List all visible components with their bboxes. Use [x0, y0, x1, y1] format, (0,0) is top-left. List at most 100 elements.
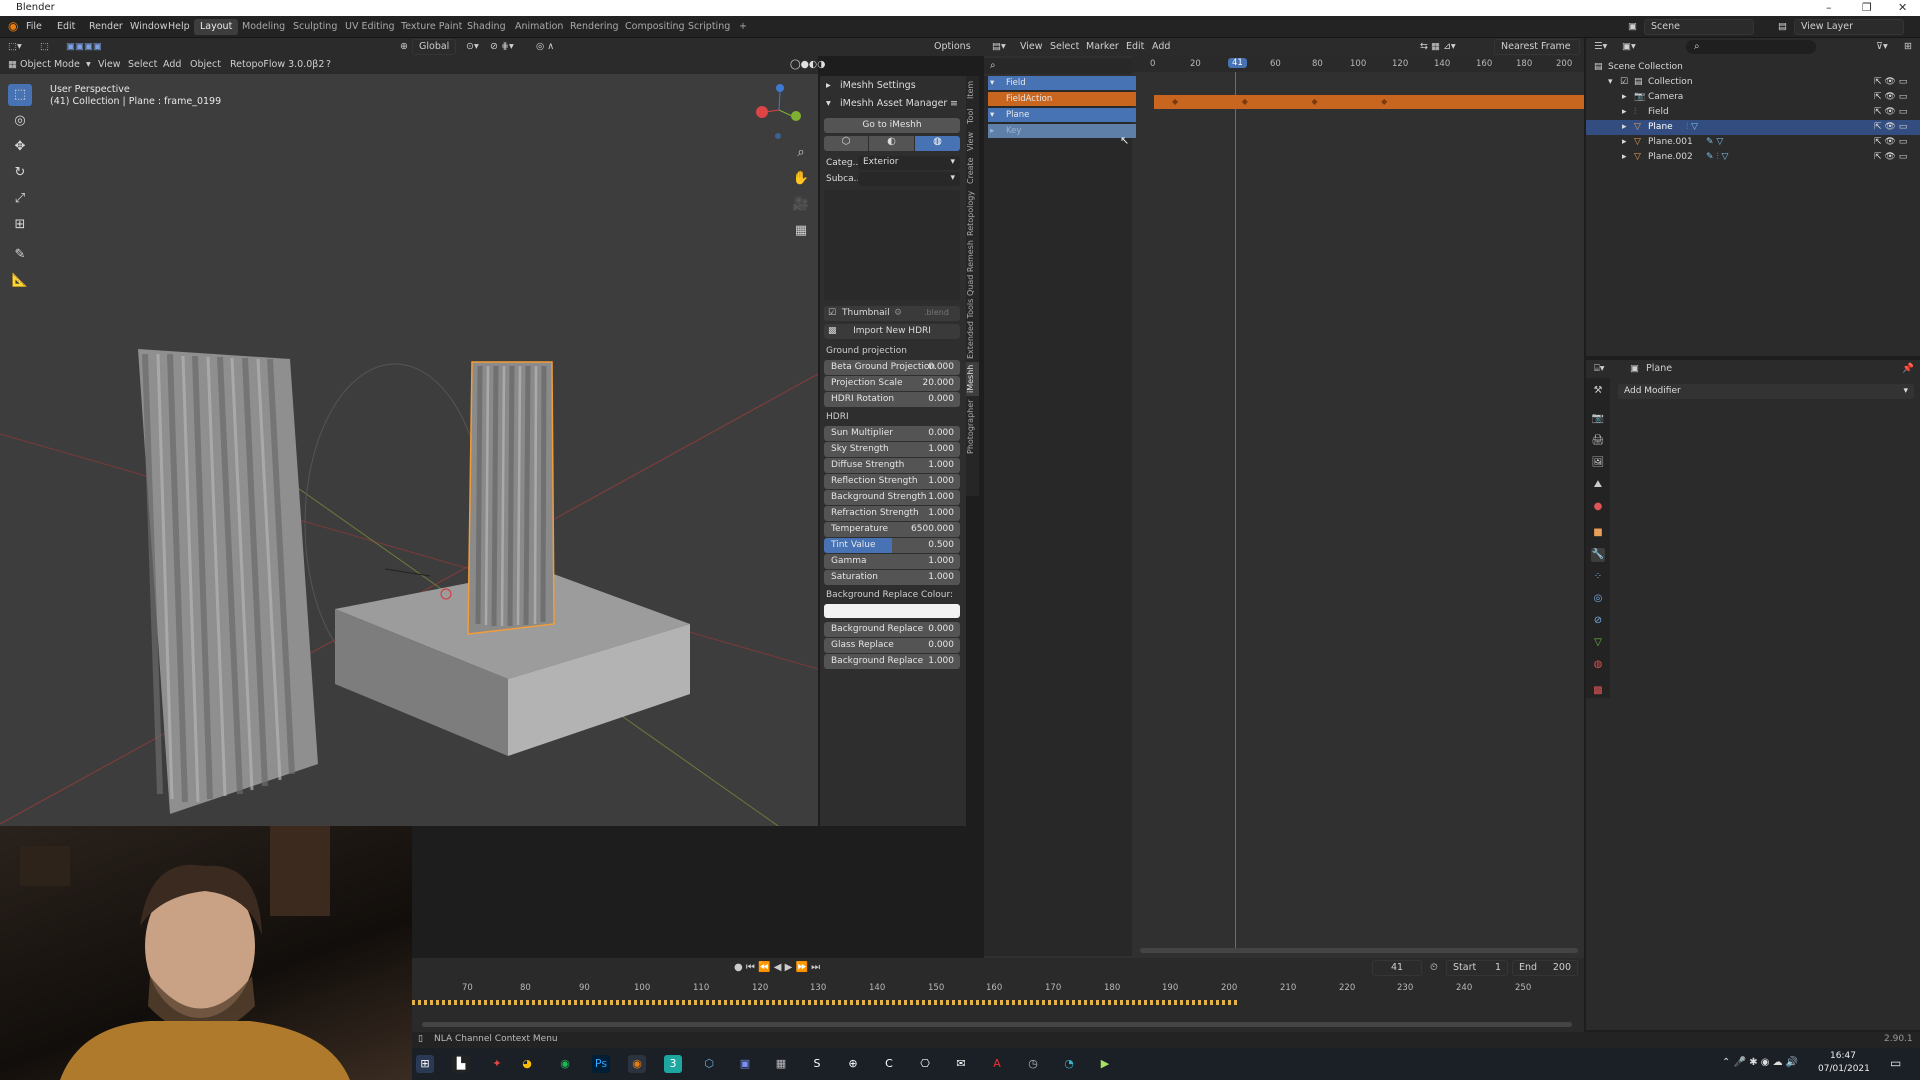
- outliner-item-plane-002[interactable]: ▸ ▽ Plane.002 ✎ ⫶ ▽ ⇱ 👁 ▭: [1586, 150, 1920, 165]
- pin-icon[interactable]: 📌: [1902, 363, 1914, 374]
- render-tab-icon[interactable]: 📷: [1591, 412, 1605, 426]
- import-new-hdri-button[interactable]: Import New HDRI: [824, 326, 960, 336]
- saturation-field[interactable]: Saturation 1.000: [824, 570, 960, 585]
- nla-filter-icons[interactable]: ⇆ ▦ ⊿▾: [1420, 41, 1456, 52]
- modifier-tab-icon[interactable]: 🔧: [1591, 548, 1605, 562]
- pivot-icon[interactable]: ⊙▾: [466, 41, 479, 52]
- hdri-toggle-icon[interactable]: ◍: [915, 136, 960, 151]
- 3d-viewport[interactable]: User Perspective (41) Collection | Plane…: [0, 74, 818, 826]
- tab-compositing[interactable]: Compositing: [619, 19, 691, 35]
- world-tab-icon[interactable]: ●: [1591, 500, 1605, 514]
- pan-hand-icon[interactable]: ✋: [790, 168, 812, 190]
- bg-replace-colour-swatch[interactable]: [824, 604, 960, 618]
- tab-sculpting[interactable]: Sculpting: [287, 19, 343, 35]
- reflection-strength-field[interactable]: Reflection Strength 1.000: [824, 474, 960, 489]
- vtab-retopology[interactable]: Retopology: [966, 188, 979, 238]
- select-box-tool-icon[interactable]: ⬚: [8, 84, 32, 106]
- glass-replace-field[interactable]: Glass Replace 0.000: [824, 638, 960, 653]
- import-hdri-row[interactable]: ▩ Import New HDRI: [824, 324, 960, 339]
- orientation-dropdown[interactable]: Global: [412, 39, 457, 55]
- ortho-grid-icon[interactable]: ▦: [790, 220, 812, 242]
- move-tool-icon[interactable]: ✥: [8, 136, 32, 158]
- nla-menu-marker[interactable]: Marker: [1086, 41, 1119, 52]
- object-tab-icon[interactable]: ■: [1591, 526, 1605, 540]
- edge-icon[interactable]: ◔: [1060, 1055, 1078, 1073]
- timeline-ruler[interactable]: 70 80 90 100 110 120 130 140 150 160 170…: [412, 980, 1584, 994]
- constraints-tab-icon[interactable]: ⊘: [1591, 614, 1605, 628]
- minimize-icon[interactable]: –: [1826, 1, 1832, 14]
- app-icon[interactable]: ▦: [772, 1055, 790, 1073]
- outliner-item-plane[interactable]: ▸ ▽ Plane ⫶ ▽ ⇱ 👁 ▭: [1586, 120, 1920, 135]
- subcategory-dropdown[interactable]: ▾: [858, 172, 960, 186]
- visibility-icons[interactable]: ⇱ 👁 ▭: [1874, 92, 1907, 102]
- chevron-right-icon[interactable]: ▸: [826, 80, 831, 91]
- app-icon[interactable]: C: [880, 1055, 898, 1073]
- outliner-scene-collection[interactable]: ▤ Scene Collection: [1586, 60, 1920, 75]
- zoom-icon[interactable]: ⌕: [790, 142, 812, 164]
- vtab-quad-remesh[interactable]: Quad Remesh: [966, 240, 979, 296]
- viewport-menu-select[interactable]: Select: [128, 59, 157, 70]
- texture-tab-icon[interactable]: ▩: [1591, 684, 1605, 698]
- imeshh-settings-header[interactable]: iMeshh Settings: [840, 80, 916, 91]
- menu-render[interactable]: Render: [89, 21, 123, 32]
- background-strength-field[interactable]: Background Strength 1.000: [824, 490, 960, 505]
- tool-tab-icon[interactable]: ⚒: [1591, 384, 1605, 398]
- nla-editor-type-icon[interactable]: ▤▾: [992, 41, 1006, 52]
- app-icon[interactable]: ▙: [452, 1055, 470, 1073]
- nla-menu-view[interactable]: View: [1020, 41, 1043, 52]
- gamma-field[interactable]: Gamma 1.000: [824, 554, 960, 569]
- editor-type-icon[interactable]: ⬚▾: [8, 41, 22, 52]
- visibility-icons[interactable]: ⇱ 👁 ▭: [1874, 77, 1907, 87]
- beta-ground-projection-field[interactable]: Beta Ground Projection 0.000: [824, 360, 960, 375]
- physics-tab-icon[interactable]: ◎: [1591, 592, 1605, 606]
- outliner-item-camera[interactable]: ▸ 📷 Camera ⇱ 👁 ▭: [1586, 90, 1920, 105]
- background-replace-2-field[interactable]: Background Replace 1.000: [824, 654, 960, 669]
- vtab-view[interactable]: View: [966, 130, 979, 154]
- blender-icon[interactable]: ◉: [628, 1055, 646, 1073]
- output-tab-icon[interactable]: 🖨: [1591, 434, 1605, 448]
- nla-horizontal-scrollbar[interactable]: [1140, 948, 1578, 953]
- acrobat-icon[interactable]: A: [988, 1055, 1006, 1073]
- scale-tool-icon[interactable]: ⤢: [8, 188, 32, 210]
- tab-rendering[interactable]: Rendering: [564, 19, 625, 35]
- tab-animation[interactable]: Animation: [509, 19, 569, 35]
- system-tray-icons[interactable]: ⌃ 🎤 ✱ ◉ ☁ 🔊: [1722, 1057, 1798, 1068]
- visibility-icons[interactable]: ⇱ 👁 ▭: [1874, 122, 1907, 132]
- app-icon[interactable]: ◷: [1024, 1055, 1042, 1073]
- tab-texture-paint[interactable]: Texture Paint: [395, 19, 468, 35]
- thumbnail-row[interactable]: ☑ Thumbnail ⚙ .blend: [824, 306, 960, 321]
- close-icon[interactable]: ✕: [1898, 1, 1907, 14]
- maximize-icon[interactable]: ❐: [1862, 1, 1872, 14]
- menu-edit[interactable]: Edit: [57, 21, 75, 32]
- app-icon[interactable]: ▣: [736, 1055, 754, 1073]
- rotate-tool-icon[interactable]: ↻: [8, 162, 32, 184]
- tab-shading[interactable]: Shading: [461, 19, 512, 35]
- sun-multiplier-field[interactable]: Sun Multiplier 0.000: [824, 426, 960, 441]
- selection-mode-icons[interactable]: ▣▣▣▣: [66, 41, 102, 52]
- retopoflow-menu[interactable]: RetopoFlow 3.0.0β2: [230, 59, 324, 70]
- outliner-item-field[interactable]: ▸ ⫶ Field ⇱ 👁 ▭: [1586, 105, 1920, 120]
- scene-tab-icon[interactable]: ⛰: [1591, 478, 1605, 492]
- chevron-down-icon[interactable]: ▾: [826, 98, 831, 109]
- outliner-search-input[interactable]: ⌕: [1686, 40, 1816, 54]
- app-icon[interactable]: ⊕: [844, 1055, 862, 1073]
- help-icon[interactable]: ?: [326, 59, 331, 70]
- snap-mode-dropdown[interactable]: Nearest Frame: [1494, 39, 1580, 55]
- nla-current-frame-badge[interactable]: 41: [1228, 58, 1247, 68]
- measure-tool-icon[interactable]: 📐: [8, 270, 32, 292]
- nla-channel-key[interactable]: ▸ Key: [988, 124, 1136, 138]
- tab-uv-editing[interactable]: UV Editing: [339, 19, 401, 35]
- playback-controls-icons[interactable]: ● ⏮ ⏪ ◀ ▶ ⏩ ⏭: [734, 962, 820, 973]
- options-dropdown[interactable]: Options: [934, 41, 971, 52]
- nla-action-strip[interactable]: ◆ ◆ ◆ ◆: [1154, 95, 1584, 109]
- go-to-imeshh-button[interactable]: Go to iMeshh: [824, 118, 960, 133]
- category-dropdown[interactable]: Exterior ▾: [858, 156, 960, 170]
- timeline-current-frame[interactable]: 41: [1372, 960, 1422, 976]
- app-icon[interactable]: ✉: [952, 1055, 970, 1073]
- timeline-keyframes[interactable]: [412, 1000, 1240, 1005]
- viewport-menu-add[interactable]: Add: [163, 59, 181, 70]
- timeline-scrollbar[interactable]: [422, 1022, 1572, 1027]
- nla-channel-field[interactable]: ▾ Field: [988, 76, 1136, 90]
- menu-window[interactable]: Window: [130, 21, 167, 32]
- checkbox-icon[interactable]: ☑: [1620, 77, 1628, 87]
